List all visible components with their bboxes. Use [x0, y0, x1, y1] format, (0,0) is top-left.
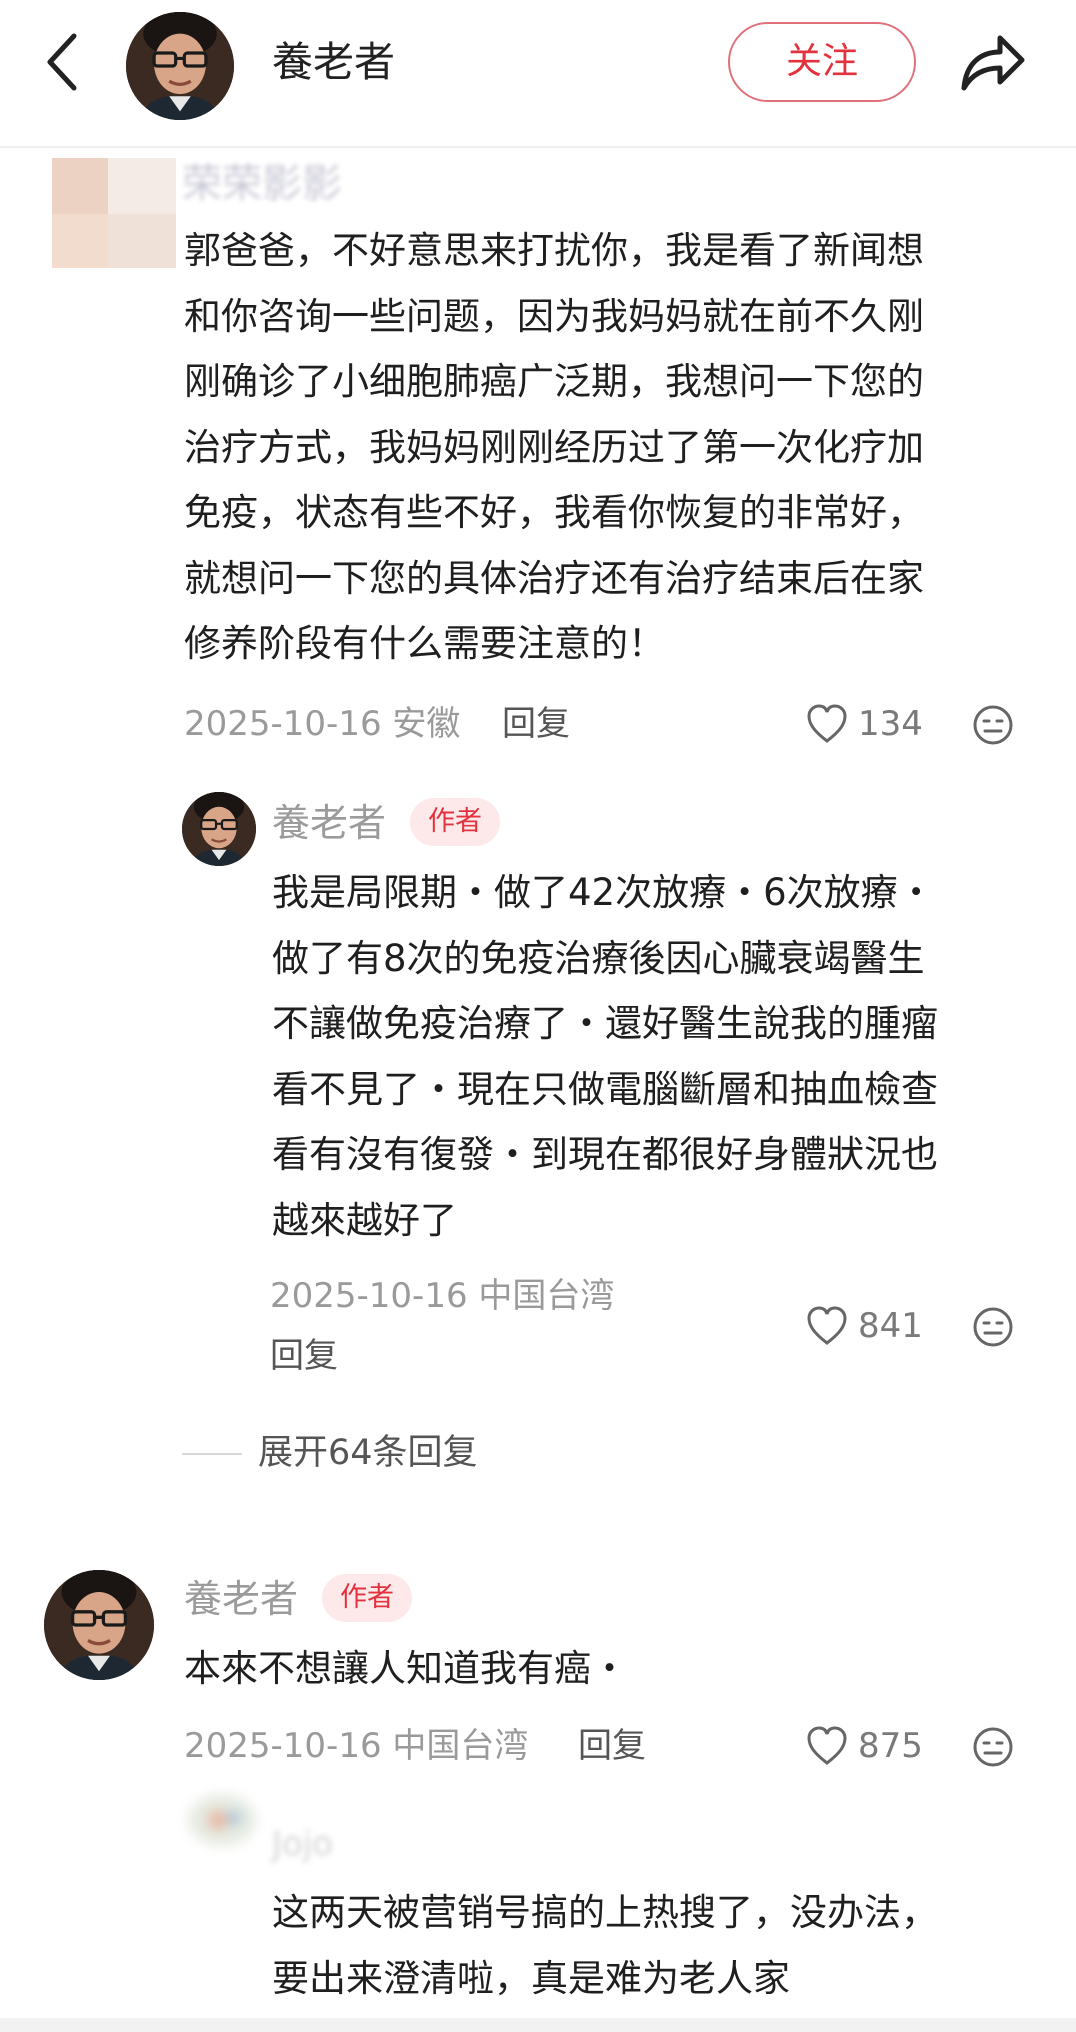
neutral-face-icon[interactable]: [972, 704, 1014, 746]
divider: [182, 1453, 242, 1455]
like-count: 134: [858, 704, 923, 744]
avatar[interactable]: [182, 792, 256, 866]
page-title[interactable]: 養老者: [272, 34, 395, 90]
avatar[interactable]: [44, 1570, 154, 1680]
reply-username[interactable]: Jojo: [272, 1822, 333, 1866]
comment-text: 本來不想讓人知道我有癌・: [184, 1647, 628, 1690]
top-bar: 養老者 关注: [0, 0, 1076, 148]
author-avatar[interactable]: [126, 12, 234, 120]
avatar[interactable]: [52, 158, 176, 268]
follow-button[interactable]: 关注: [728, 22, 916, 102]
author-badge: 作者: [322, 1574, 412, 1622]
reply-date-location: 2025-10-16 中国台湾: [270, 1276, 615, 1316]
reply-text: 我是局限期・做了42次放療・6次放療・ 做了有8次的免疫治療後因心臟衰竭醫生 不…: [272, 871, 938, 1242]
neutral-face-icon[interactable]: [972, 1726, 1014, 1768]
reply-button[interactable]: 回复: [502, 700, 570, 748]
reply-text: 这两天被营销号搞的上热搜了，没办法， 要出来澄清啦，真是难为老人家: [272, 1891, 938, 2000]
comment-username[interactable]: 荣荣影影: [182, 158, 342, 210]
comment-username[interactable]: 養老者: [184, 1574, 298, 1624]
back-arrow-icon[interactable]: [42, 30, 82, 94]
comment-text: 郭爸爸，不好意思来打扰你，我是看了新闻想 和你咨询一些问题，因为我妈妈就在前不久…: [184, 229, 924, 665]
like-button[interactable]: 134: [806, 700, 936, 748]
like-button[interactable]: 875: [806, 1722, 936, 1770]
expand-replies-button[interactable]: 展开64条回复: [258, 1428, 478, 1478]
share-icon[interactable]: [956, 30, 1028, 94]
bottom-edge: [0, 2018, 1076, 2032]
reply-username[interactable]: 養老者: [272, 798, 386, 848]
author-badge: 作者: [410, 798, 500, 846]
neutral-face-icon[interactable]: [972, 1306, 1014, 1348]
heart-icon: [807, 704, 847, 743]
comment-date-location: 2025-10-16 安徽: [184, 704, 461, 744]
reply-button[interactable]: 回复: [578, 1722, 646, 1770]
like-count: 875: [858, 1726, 923, 1766]
reply-button[interactable]: 回复: [270, 1332, 338, 1380]
like-count: 841: [858, 1306, 923, 1346]
like-button[interactable]: 841: [806, 1302, 936, 1350]
heart-icon: [807, 1726, 847, 1765]
comment-date-location: 2025-10-16 中国台湾: [184, 1726, 529, 1766]
heart-icon: [807, 1306, 847, 1345]
